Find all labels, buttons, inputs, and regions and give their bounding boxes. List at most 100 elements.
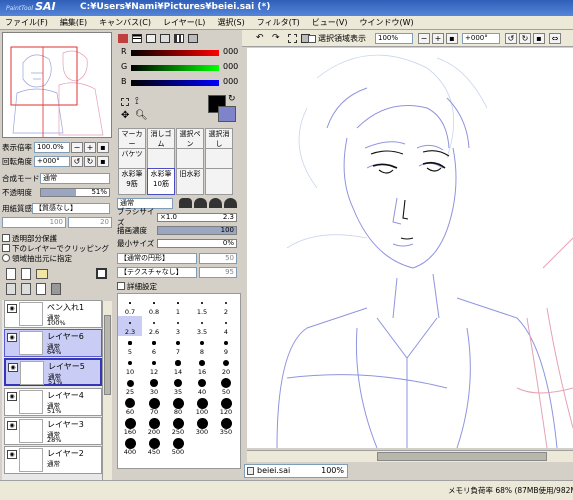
edge-hard-icon[interactable] <box>179 198 192 208</box>
canvas-zoom-out-button[interactable]: − <box>418 33 430 44</box>
deselect-icon[interactable] <box>288 34 297 43</box>
brush-size-preset[interactable]: 120 <box>214 396 238 416</box>
move-icon[interactable]: ✥ <box>121 110 129 121</box>
brush-size-preset[interactable]: 2.6 <box>142 316 166 336</box>
show-selection-toggle[interactable]: 選択領域表示 <box>308 33 366 44</box>
detail-checkbox[interactable] <box>117 282 125 290</box>
color-wheel-icon[interactable] <box>118 34 128 43</box>
visibility-eye-icon[interactable]: ◉ <box>8 363 18 372</box>
drawing-canvas[interactable] <box>247 48 573 448</box>
merge-down-icon[interactable] <box>21 283 31 295</box>
show-selection-checkbox[interactable] <box>308 34 316 43</box>
visibility-eye-icon[interactable]: ◉ <box>7 333 17 342</box>
redo-icon[interactable]: ↷ <box>272 33 280 43</box>
preserve-checkbox[interactable] <box>2 234 10 242</box>
rect-select-icon[interactable] <box>121 98 129 106</box>
empty-tool-slot[interactable] <box>205 168 233 195</box>
document-tab[interactable]: beiei.sai 100% <box>244 464 348 478</box>
brush-size-preset[interactable]: 4 <box>214 316 238 336</box>
brush-size-preset[interactable]: 500 <box>166 436 190 456</box>
canvas-zoom-select[interactable]: 100% <box>375 33 413 44</box>
paper-select[interactable]: 【質感なし】 <box>32 202 110 214</box>
brush-texture-select[interactable]: 【テクスチャなし】 <box>117 266 197 278</box>
layer-item[interactable]: ◉ ペン入れ1 通常 100% <box>4 300 102 328</box>
angle-field[interactable]: +000° <box>34 155 70 167</box>
density-slider[interactable]: 100 <box>157 225 237 235</box>
brush-size-preset[interactable]: 60 <box>118 396 142 416</box>
brush-size-preset[interactable]: 70 <box>142 396 166 416</box>
brush-size-preset[interactable]: 1 <box>166 296 190 316</box>
swatches-icon[interactable] <box>174 34 184 43</box>
flip-horizontal-button[interactable]: ⇔ <box>549 33 561 44</box>
hsv-slider-icon[interactable] <box>146 34 156 43</box>
old-watercolor-tool[interactable]: 旧水彩 <box>176 168 204 195</box>
b-slider[interactable] <box>131 80 219 86</box>
brush-size-preset[interactable]: 20 <box>214 356 238 376</box>
blend-select[interactable]: 通常 <box>40 172 110 184</box>
canvas-rotate-reset-button[interactable]: ▪ <box>533 33 545 44</box>
canvas-angle-select[interactable]: +000° <box>462 33 500 44</box>
layer-scroll-thumb[interactable] <box>104 315 111 395</box>
new-pen-layer-icon[interactable] <box>21 268 31 280</box>
edge-medium-icon[interactable] <box>194 198 207 208</box>
brush-size-preset[interactable]: 0.8 <box>142 296 166 316</box>
layer-item-active[interactable]: ◉ レイヤー5 通常 51% <box>4 358 102 386</box>
canvas-horizontal-scrollbar[interactable] <box>247 450 573 462</box>
layer-scrollbar[interactable] <box>102 301 112 500</box>
swap-colors-icon[interactable]: ↻ <box>228 94 236 104</box>
canvas-zoom-in-button[interactable]: + <box>432 33 444 44</box>
brush-texture-amount[interactable]: 95 <box>199 266 237 278</box>
brush-shape-amount[interactable]: 50 <box>199 252 237 264</box>
min-size-slider[interactable]: 0% <box>157 238 237 248</box>
layer-item[interactable]: ◉ レイヤー3 通常 28% <box>4 417 102 445</box>
zoom-in-button[interactable]: + <box>84 141 96 153</box>
watercolor-tool-selected[interactable]: 水彩筆 10筋 <box>147 168 175 195</box>
brush-size-preset[interactable]: 50 <box>214 376 238 396</box>
layer-item[interactable]: ◉ レイヤー2 通常 <box>4 446 102 474</box>
scratchpad-icon[interactable] <box>188 34 198 43</box>
brush-size-preset[interactable]: 10 <box>118 356 142 376</box>
brush-size-preset[interactable]: 100 <box>190 396 214 416</box>
canvas-zoom-reset-button[interactable]: ▪ <box>446 33 458 44</box>
transfer-down-icon[interactable] <box>6 283 16 295</box>
new-folder-icon[interactable] <box>36 269 48 279</box>
menu-canvas[interactable]: キャンバス(C) <box>94 16 158 28</box>
visibility-eye-icon[interactable]: ◉ <box>7 421 17 430</box>
brush-size-preset[interactable]: 450 <box>142 436 166 456</box>
brush-size-preset[interactable]: 2 <box>214 296 238 316</box>
edge-soft-icon[interactable] <box>209 198 222 208</box>
g-slider[interactable] <box>131 65 219 71</box>
zoom-reset-button[interactable]: ▪ <box>97 141 109 153</box>
brush-size-preset[interactable]: 5 <box>118 336 142 356</box>
brush-size-preset[interactable]: 7 <box>166 336 190 356</box>
brush-size-preset[interactable]: 14 <box>166 356 190 376</box>
brush-size-preset[interactable]: 40 <box>190 376 214 396</box>
brush-size-preset[interactable]: 12 <box>142 356 166 376</box>
brush-size-preset[interactable]: 6 <box>142 336 166 356</box>
brush-size-preset[interactable]: 16 <box>190 356 214 376</box>
clear-layer-icon[interactable] <box>36 283 46 295</box>
brush-size-preset[interactable]: 200 <box>142 416 166 436</box>
undo-icon[interactable]: ↶ <box>256 33 264 43</box>
brush-size-preset[interactable]: 1.5 <box>190 296 214 316</box>
brush-size-preset[interactable]: 3.5 <box>190 316 214 336</box>
menu-view[interactable]: ビュー(V) <box>307 16 355 28</box>
mixer-icon[interactable] <box>160 34 170 43</box>
brush-shape-select[interactable]: 【通常の円形】 <box>117 252 197 264</box>
edge-softest-icon[interactable] <box>224 198 237 208</box>
layer-item[interactable]: ◉ レイヤー4 通常 51% <box>4 388 102 416</box>
brush-size-preset[interactable]: 3 <box>166 316 190 336</box>
brush-size-preset[interactable]: 400 <box>118 436 142 456</box>
background-color-swatch[interactable] <box>218 106 236 122</box>
brush-size-preset[interactable]: 0.7 <box>118 296 142 316</box>
brush-size-preset[interactable]: 9 <box>214 336 238 356</box>
brush-size-preset[interactable]: 300 <box>190 416 214 436</box>
visibility-eye-icon[interactable]: ◉ <box>7 392 17 401</box>
rotate-left-button[interactable]: ↺ <box>71 155 83 167</box>
brush-size-preset[interactable]: 35 <box>166 376 190 396</box>
brush-size-preset[interactable]: 30 <box>142 376 166 396</box>
paper-amount[interactable]: 100 <box>2 216 66 228</box>
paper-amount2[interactable]: 20 <box>68 216 112 228</box>
brush-size-preset[interactable]: 350 <box>214 416 238 436</box>
brush-size-preset[interactable]: 2.3 <box>118 316 142 336</box>
